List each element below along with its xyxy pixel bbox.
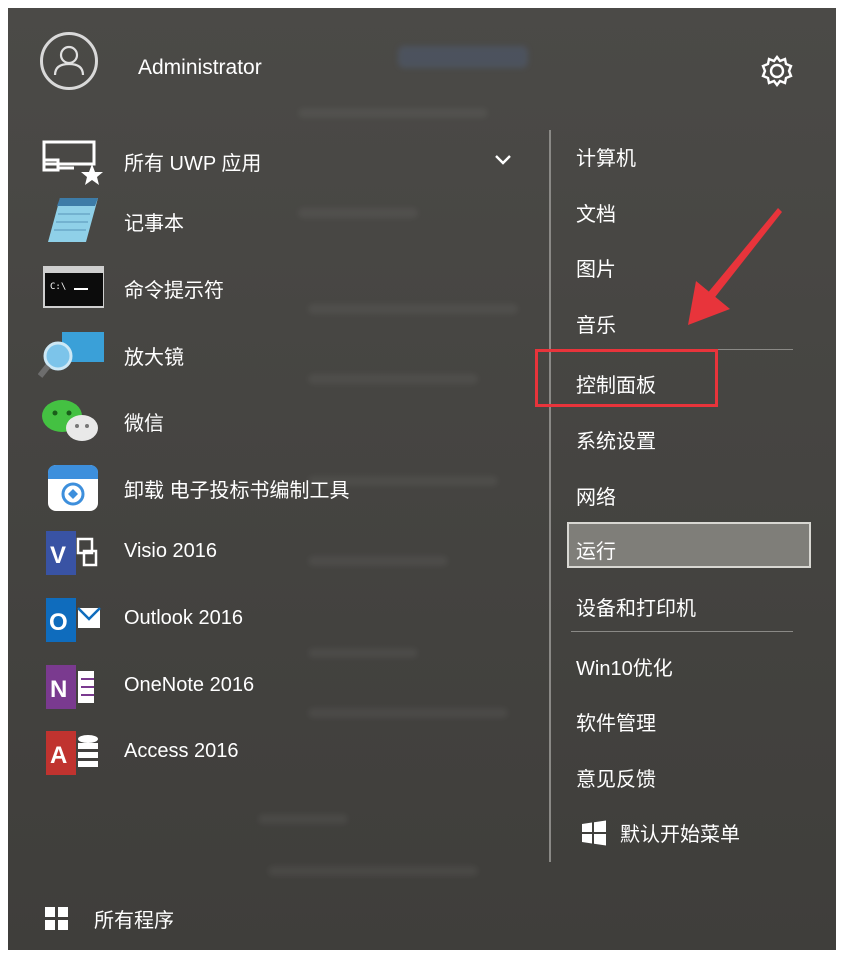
app-item-uninstall-bid-tool[interactable]: 卸载 电子投标书编制工具 [38, 459, 518, 515]
person-icon [53, 45, 85, 76]
outlook-icon: O [38, 592, 104, 648]
access-icon: A [38, 725, 104, 781]
app-item-access[interactable]: A Access 2016 [38, 725, 518, 781]
magnifier-icon [37, 326, 104, 382]
separator [571, 631, 793, 632]
all-programs-label: 所有程序 [94, 910, 174, 932]
annotation-arrow [688, 208, 782, 325]
app-label: 放大镜 [124, 347, 184, 369]
right-item-default-start-menu[interactable]: 默认开始菜单 [580, 818, 836, 848]
column-divider [549, 130, 551, 862]
annotation-highlight-box [535, 349, 718, 407]
onenote-icon: N [38, 659, 104, 715]
right-item-music[interactable]: 音乐 [576, 309, 616, 338]
app-label: 卸载 电子投标书编制工具 [124, 480, 350, 502]
all-programs-icon [45, 907, 68, 930]
svg-text:A: A [50, 742, 67, 769]
uninstall-icon [38, 459, 104, 515]
app-label: 微信 [124, 413, 164, 435]
blurred-background [308, 648, 418, 658]
app-item-wechat[interactable]: 微信 [38, 392, 518, 448]
app-item-cmd[interactable]: C:\ 命令提示符 [38, 259, 518, 315]
app-label: 所有 UWP 应用 [124, 153, 262, 175]
app-item-outlook[interactable]: O Outlook 2016 [38, 592, 518, 648]
gear-icon[interactable] [756, 50, 798, 92]
right-item-network[interactable]: 网络 [576, 481, 616, 510]
app-item-notepad[interactable]: 记事本 [38, 192, 518, 248]
app-label: Outlook 2016 [124, 607, 243, 629]
right-item-devices-printers[interactable]: 设备和打印机 [576, 592, 696, 621]
blurred-background [268, 866, 478, 876]
cmd-icon: C:\ [38, 259, 105, 315]
right-item-system-settings[interactable]: 系统设置 [576, 425, 656, 454]
right-item-win10-optimize[interactable]: Win10优化 [576, 652, 673, 681]
user-avatar[interactable] [40, 32, 98, 90]
right-item-documents[interactable]: 文档 [576, 198, 616, 227]
windows-logo-icon [582, 820, 606, 846]
user-header: Administrator [8, 8, 836, 128]
svg-text:N: N [50, 676, 67, 703]
app-item-visio[interactable]: V Visio 2016 [38, 525, 518, 581]
svg-text:C:\: C:\ [50, 282, 66, 292]
app-label: 命令提示符 [124, 280, 224, 302]
svg-text:O: O [49, 609, 68, 636]
right-item-run[interactable]: 运行 [576, 535, 616, 564]
app-item-onenote[interactable]: N OneNote 2016 [38, 659, 518, 715]
chevron-down-icon[interactable] [488, 146, 518, 174]
right-item-label: 默认开始菜单 [620, 824, 740, 846]
right-item-computer[interactable]: 计算机 [576, 142, 636, 171]
app-item-magnifier[interactable]: 放大镜 [37, 326, 518, 382]
app-item-uwp[interactable]: 所有 UWP 应用 [38, 132, 518, 188]
all-programs-button[interactable]: 所有程序 [44, 900, 344, 936]
app-label: OneNote 2016 [124, 674, 255, 696]
visio-icon: V [38, 525, 104, 581]
right-item-feedback[interactable]: 意见反馈 [576, 763, 656, 792]
user-name[interactable]: Administrator [138, 56, 262, 80]
right-item-software-manage[interactable]: 软件管理 [576, 707, 656, 736]
notepad-icon [38, 192, 104, 248]
uwp-apps-icon [38, 132, 104, 188]
app-label: Access 2016 [124, 740, 239, 762]
start-menu: Administrator 所有 UWP 应用 记事本 C:\ 命令提示符 放大… [8, 8, 836, 950]
blurred-background [258, 814, 348, 824]
svg-text:V: V [50, 542, 66, 569]
wechat-icon [38, 392, 104, 448]
right-item-pictures[interactable]: 图片 [576, 253, 616, 282]
app-label: 记事本 [124, 213, 184, 235]
app-label: Visio 2016 [124, 540, 218, 562]
